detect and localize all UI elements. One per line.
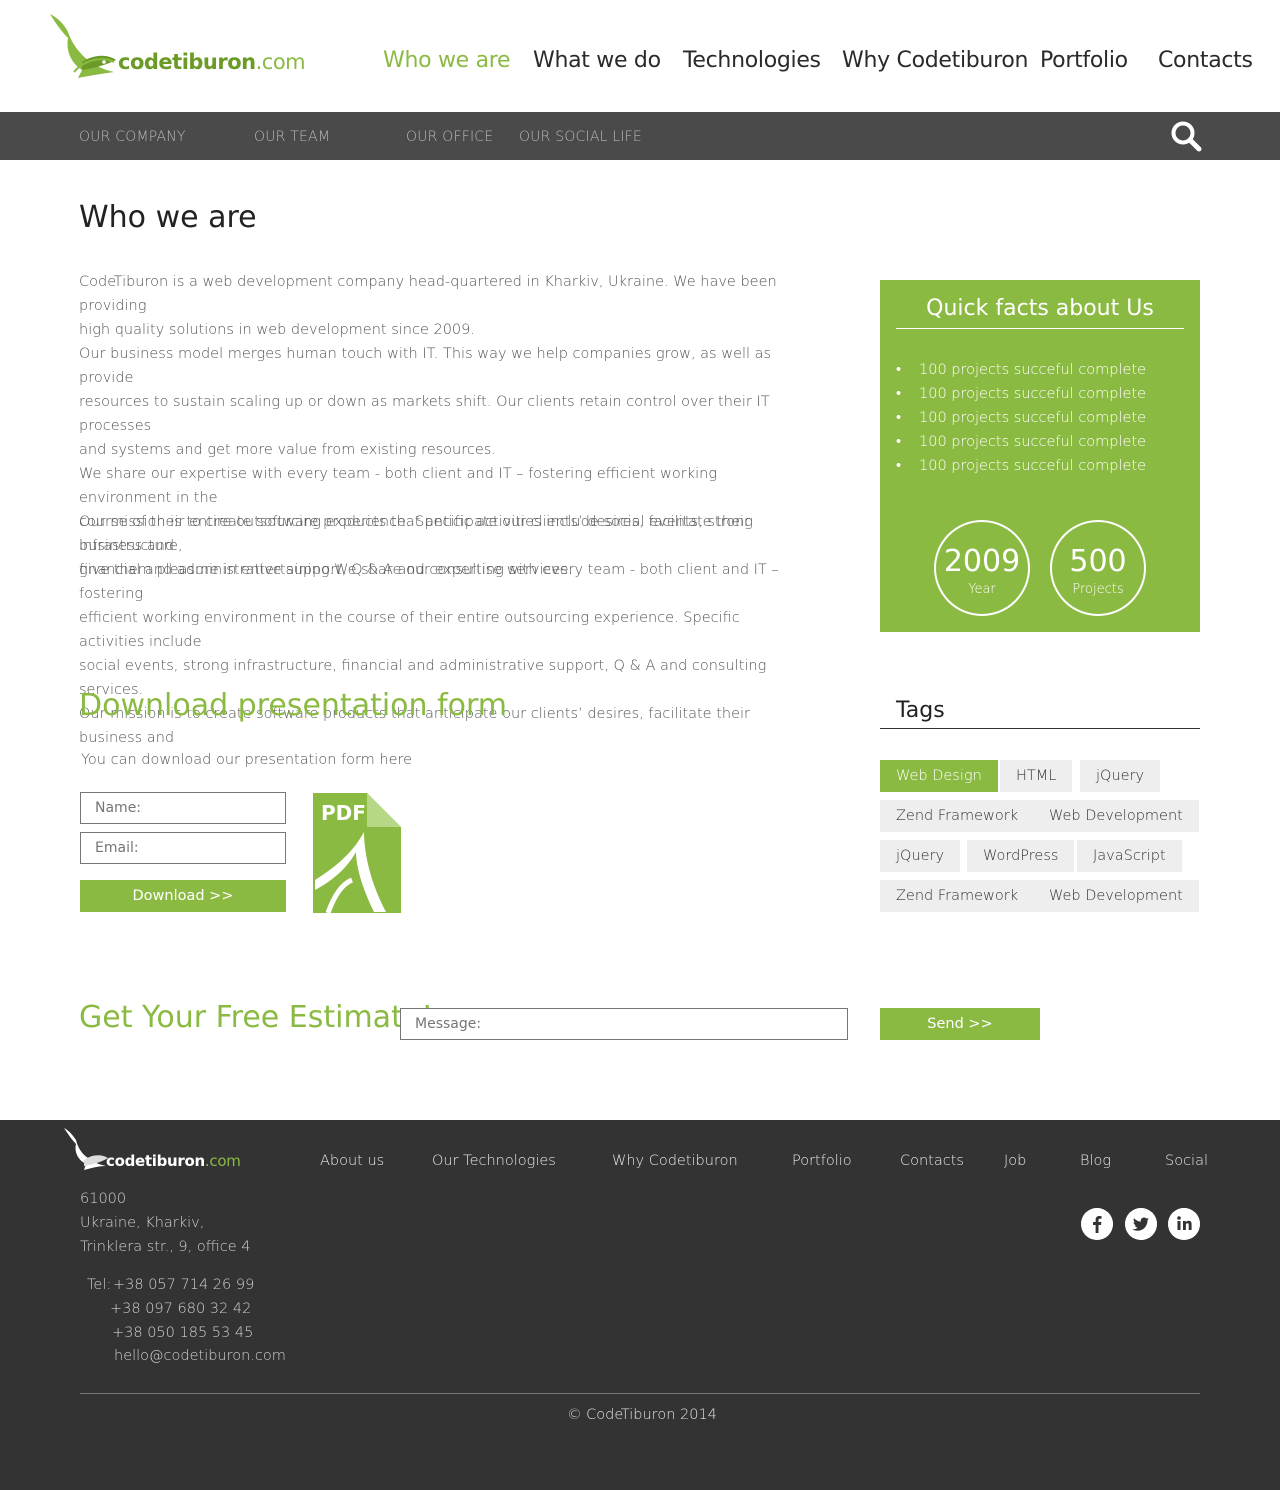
tag-wordpress[interactable]: WordPress bbox=[967, 840, 1075, 872]
nav-who-we-are[interactable]: Who we are bbox=[383, 48, 511, 73]
footer-nav-social[interactable]: Social bbox=[1165, 1153, 1208, 1169]
nav-why-codetiburon[interactable]: Why Codetiburon bbox=[842, 48, 1028, 73]
paragraph-line: efficient working environment in the cou… bbox=[79, 610, 740, 650]
footer-nav-contacts[interactable]: Contacts bbox=[900, 1153, 964, 1169]
list-item: • 100 projects succeful complete bbox=[896, 434, 1147, 450]
quick-facts-title: Quick facts about Us bbox=[926, 296, 1154, 321]
list-item: • 100 projects succeful complete bbox=[896, 458, 1147, 474]
footer-divider bbox=[80, 1393, 1200, 1394]
list-item: • 100 projects succeful complete bbox=[896, 410, 1147, 426]
paragraph-line: high quality solutions in web developmen… bbox=[79, 322, 475, 338]
logo-text[interactable]: codetiburon.com bbox=[118, 50, 306, 74]
paragraph-line: give them pleasure in entertaining.We sh… bbox=[79, 562, 779, 602]
footer-phone[interactable]: +38 057 714 26 99 bbox=[113, 1273, 254, 1297]
divider bbox=[880, 728, 1200, 729]
tag-javascript[interactable]: JavaScript bbox=[1077, 840, 1182, 872]
intro-paragraph: CodeTiburon is a web development company… bbox=[79, 270, 809, 342]
tag-jquery[interactable]: jQuery bbox=[880, 840, 961, 872]
stat-value: 500 bbox=[1069, 544, 1127, 579]
list-item: • 100 projects succeful complete bbox=[896, 362, 1147, 378]
footer-nav-our-technologies[interactable]: Our Technologies bbox=[432, 1153, 556, 1169]
footer-address: 61000 Ukraine, Kharkiv, Trinklera str., … bbox=[80, 1187, 250, 1259]
copyright: © CodeTiburon 2014 bbox=[567, 1407, 717, 1423]
email-field[interactable] bbox=[80, 832, 286, 864]
linkedin-icon[interactable] bbox=[1168, 1208, 1200, 1240]
stat-year-circle: 2009 Year bbox=[934, 520, 1030, 616]
paragraph-line: Our mission is to create software produc… bbox=[79, 514, 750, 554]
footer-logo-text[interactable]: codetiburon.com bbox=[106, 1152, 241, 1170]
paragraph-line: and systems and get more value from exis… bbox=[79, 442, 496, 458]
nav-portfolio[interactable]: Portfolio bbox=[1040, 48, 1128, 73]
tag-zend-framework[interactable]: Zend Framework bbox=[880, 880, 1035, 912]
tag-html[interactable]: HTML bbox=[1000, 760, 1073, 792]
footer-email[interactable]: hello@codetiburon.com bbox=[114, 1344, 286, 1368]
footer-nav-blog[interactable]: Blog bbox=[1080, 1153, 1111, 1169]
stat-label: Projects bbox=[1072, 582, 1124, 597]
download-title: Download presentation form bbox=[79, 688, 508, 723]
subnav-our-company[interactable]: OUR COMPANY bbox=[79, 129, 186, 145]
send-button[interactable]: Send >> bbox=[880, 1008, 1040, 1040]
footer-phone[interactable]: +38 050 185 53 45 bbox=[112, 1321, 253, 1345]
subnav-our-team[interactable]: OUR TEAM bbox=[254, 129, 330, 145]
estimate-title: Get Your Free Estimate! bbox=[79, 1000, 434, 1035]
tag-web-development[interactable]: Web Development bbox=[1033, 880, 1199, 912]
paragraph-line: resources to sustain scaling up or down … bbox=[79, 394, 770, 434]
footer-nav-about-us[interactable]: About us bbox=[320, 1153, 384, 1169]
page-title: Who we are bbox=[79, 200, 257, 235]
subnav-our-office[interactable]: OUR OFFICE bbox=[406, 129, 493, 145]
stat-label: Year bbox=[968, 582, 996, 597]
tag-web-design[interactable]: Web Design bbox=[880, 760, 998, 792]
tag-jquery[interactable]: jQuery bbox=[1080, 760, 1161, 792]
twitter-icon[interactable] bbox=[1125, 1208, 1157, 1240]
nav-contacts[interactable]: Contacts bbox=[1158, 48, 1253, 73]
nav-technologies[interactable]: Technologies bbox=[683, 48, 821, 73]
search-icon[interactable] bbox=[1168, 118, 1204, 154]
footer-phone-label: Tel: bbox=[87, 1277, 112, 1293]
footer-nav-job[interactable]: Job bbox=[1004, 1153, 1026, 1169]
tags-title: Tags bbox=[896, 698, 945, 723]
facebook-icon[interactable] bbox=[1081, 1208, 1113, 1240]
footer-phone[interactable]: +38 097 680 32 42 bbox=[110, 1297, 251, 1321]
message-field[interactable] bbox=[400, 1008, 848, 1040]
pdf-label: PDF bbox=[321, 801, 366, 825]
download-button[interactable]: Download >> bbox=[80, 880, 286, 912]
list-item: • 100 projects succeful complete bbox=[896, 386, 1147, 402]
tag-zend-framework[interactable]: Zend Framework bbox=[880, 800, 1035, 832]
pdf-icon[interactable]: PDF bbox=[312, 792, 402, 914]
download-description: You can download our presentation form h… bbox=[81, 752, 413, 768]
quick-facts-list: • 100 projects succeful complete • 100 pro… bbox=[896, 358, 1146, 478]
tag-web-development[interactable]: Web Development bbox=[1033, 800, 1199, 832]
paragraph-line: Our business model merges human touch wi… bbox=[79, 346, 772, 386]
nav-what-we-do[interactable]: What we do bbox=[533, 48, 661, 73]
footer-nav-why-codetiburon[interactable]: Why Codetiburon bbox=[612, 1153, 738, 1169]
paragraph-line: We share our expertise with every team -… bbox=[79, 466, 718, 506]
address-line: 61000 bbox=[80, 1191, 127, 1207]
address-line: Trinklera str., 9, office 4 bbox=[80, 1239, 251, 1255]
subnav-our-social-life[interactable]: OUR SOCIAL LIFE bbox=[519, 129, 642, 145]
stat-value: 2009 bbox=[943, 544, 1021, 579]
footer-nav-portfolio[interactable]: Portfolio bbox=[792, 1153, 852, 1169]
stat-projects-circle: 500 Projects bbox=[1050, 520, 1146, 616]
address-line: Ukraine, Kharkiv, bbox=[80, 1215, 205, 1231]
name-field[interactable] bbox=[80, 792, 286, 824]
paragraph-line: CodeTiburon is a web development company… bbox=[79, 274, 777, 314]
divider bbox=[896, 328, 1184, 329]
